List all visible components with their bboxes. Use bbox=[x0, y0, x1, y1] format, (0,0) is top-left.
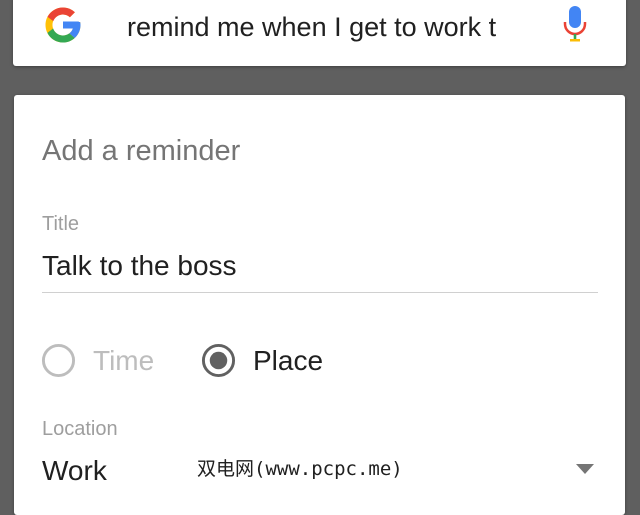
search-query-input[interactable]: remind me when I get to work t bbox=[127, 9, 534, 45]
location-select[interactable]: Work bbox=[42, 451, 107, 491]
title-input[interactable]: Talk to the boss bbox=[42, 246, 598, 293]
card-heading: Add a reminder bbox=[42, 135, 241, 167]
radio-label-place: Place bbox=[253, 345, 324, 376]
reminder-card: Add a reminder Title Talk to the boss Ti… bbox=[14, 95, 625, 515]
search-bar[interactable]: remind me when I get to work t bbox=[13, 0, 626, 66]
radio-label-time: Time bbox=[93, 345, 155, 376]
radio-unchecked-icon[interactable] bbox=[41, 343, 76, 378]
title-label: Title bbox=[42, 213, 80, 235]
google-g-icon[interactable] bbox=[42, 4, 84, 46]
dropdown-arrow-icon[interactable] bbox=[576, 464, 594, 474]
radio-checked-icon[interactable] bbox=[201, 343, 236, 378]
watermark-text: 双电网(www.pcpc.me) bbox=[197, 458, 403, 480]
location-label: Location bbox=[42, 418, 118, 440]
microphone-icon[interactable] bbox=[562, 4, 588, 44]
